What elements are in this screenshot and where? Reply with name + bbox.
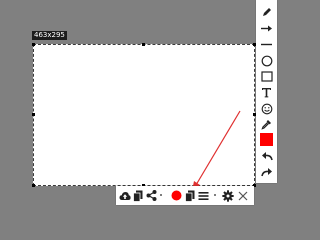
redo-button[interactable]: [259, 164, 274, 179]
emoji-tool[interactable]: [259, 101, 274, 116]
close-button[interactable]: [236, 188, 249, 203]
upload-button[interactable]: [118, 188, 131, 203]
share-button[interactable]: [145, 188, 157, 203]
color-swatch[interactable]: [259, 132, 274, 147]
text-tool[interactable]: [259, 85, 274, 100]
toolbar-separator: [160, 194, 162, 196]
resize-handle-top-left[interactable]: [32, 43, 35, 46]
copy-icon: [133, 190, 143, 202]
emoji-icon: [261, 103, 272, 114]
action-toolbar: [116, 186, 254, 205]
capture-selection-area[interactable]: [33, 44, 255, 186]
settings-icon: [221, 189, 234, 202]
arrow-icon: [261, 25, 272, 32]
menu-button[interactable]: [197, 188, 210, 203]
line-tool[interactable]: [259, 37, 274, 52]
pencil-icon: [263, 8, 271, 16]
undo-button[interactable]: [259, 148, 274, 163]
rectangle-icon: [260, 71, 273, 82]
resize-handle-top-middle[interactable]: [142, 43, 145, 46]
pencil-tool[interactable]: [259, 5, 274, 20]
ellipse-icon: [261, 55, 272, 66]
undo-icon: [261, 151, 273, 160]
cloud-upload-icon: [119, 191, 131, 200]
resize-handle-middle-left[interactable]: [32, 113, 35, 116]
copy-icon: [185, 190, 195, 202]
copy-to-clipboard-button[interactable]: [184, 188, 196, 203]
color-picker-icon: [261, 120, 271, 130]
redo-icon: [260, 167, 272, 176]
settings-button[interactable]: [221, 188, 234, 203]
color-picker-tool[interactable]: [259, 117, 274, 132]
text-icon: [262, 88, 271, 98]
record-button[interactable]: [170, 188, 182, 203]
active-color-swatch: [260, 133, 273, 146]
rectangle-tool[interactable]: [259, 69, 274, 84]
record-icon: [171, 190, 181, 201]
menu-icon: [198, 191, 209, 200]
close-icon: [238, 191, 247, 200]
copy-button[interactable]: [132, 188, 144, 203]
share-icon: [146, 190, 156, 201]
toolbar-separator: [214, 194, 216, 196]
arrow-tool[interactable]: [259, 21, 274, 36]
drawing-toolbar: [256, 0, 277, 183]
line-icon: [261, 43, 272, 46]
selection-size-label: 463x295: [32, 31, 67, 40]
resize-handle-bottom-left[interactable]: [32, 184, 35, 187]
ellipse-tool[interactable]: [259, 53, 274, 68]
